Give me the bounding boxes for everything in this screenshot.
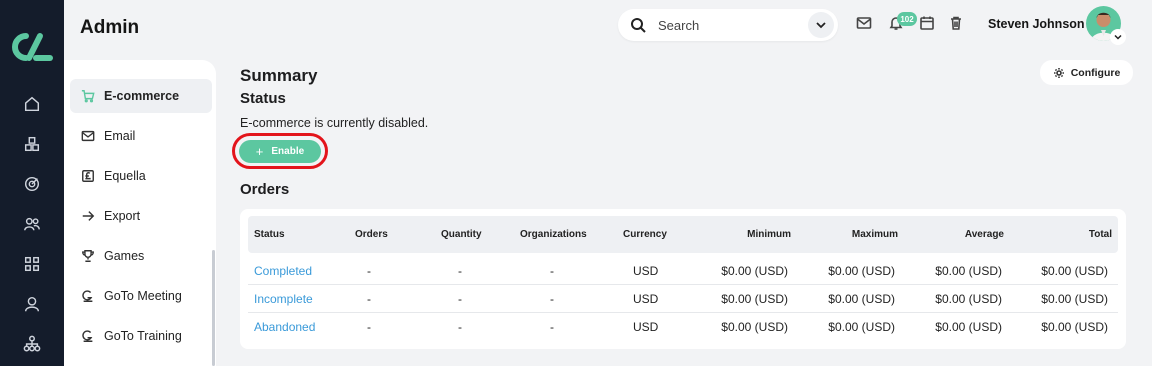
icon-rail <box>0 0 64 366</box>
subnav-item-label: E-commerce <box>104 89 180 103</box>
column-header: Total <box>1088 229 1112 240</box>
search-input[interactable]: Search <box>658 18 808 33</box>
table-cell: USD <box>633 264 659 278</box>
plus-icon: + <box>255 144 264 159</box>
search-box[interactable]: Search <box>618 9 838 41</box>
app-title: Admin <box>80 17 140 38</box>
target-icon[interactable] <box>22 174 42 194</box>
subnav-item-label: Email <box>104 129 136 143</box>
search-icon <box>631 18 646 33</box>
goto-icon <box>80 328 96 344</box>
orders-table: Status Orders Quantity Organizations Cur… <box>240 209 1126 349</box>
table-cell: USD <box>633 292 659 306</box>
settings-subnav: E-commerce Email Equella Export Games Go… <box>64 60 216 366</box>
row-divider <box>248 312 1118 313</box>
chevron-down-icon[interactable] <box>808 12 834 38</box>
subnav-item-export[interactable]: Export <box>70 199 212 233</box>
status-text: E-commerce is currently disabled. <box>240 116 429 130</box>
subnav-item-goto-training[interactable]: GoTo Training <box>70 319 212 353</box>
table-cell: - <box>458 320 462 334</box>
table-cell: - <box>458 292 462 306</box>
column-header: Average <box>964 229 1004 240</box>
table-cell: - <box>367 320 371 334</box>
notification-badge: 102 <box>897 12 917 26</box>
column-header: Maximum <box>851 229 898 240</box>
table-cell: $0.00 (USD) <box>1041 292 1108 306</box>
table-cell: - <box>458 264 462 278</box>
orders-heading: Orders <box>240 181 290 198</box>
configure-button[interactable]: Configure <box>1040 60 1133 85</box>
table-cell: USD <box>633 320 659 334</box>
table-cell: $0.00 (USD) <box>1041 320 1108 334</box>
column-header: Quantity <box>441 229 482 240</box>
table-cell: - <box>550 320 554 334</box>
enable-button[interactable]: + Enable <box>239 140 321 163</box>
gear-icon <box>1053 67 1064 78</box>
subnav-scrollbar[interactable] <box>212 250 215 366</box>
subnav-item-games[interactable]: Games <box>70 239 212 273</box>
table-cell: $0.00 (USD) <box>721 320 788 334</box>
table-cell: $0.00 (USD) <box>721 264 788 278</box>
table-cell: $0.00 (USD) <box>721 292 788 306</box>
subnav-item-label: GoTo Meeting <box>104 289 182 303</box>
table-cell: $0.00 (USD) <box>935 292 1002 306</box>
subnav-item-equella[interactable]: Equella <box>70 159 212 193</box>
table-cell: $0.00 (USD) <box>828 264 895 278</box>
chevron-down-icon[interactable] <box>1110 29 1126 45</box>
calendar-icon[interactable] <box>919 15 937 33</box>
logo <box>12 33 53 61</box>
user-name[interactable]: Steven Johnson <box>988 17 1085 31</box>
subnav-item-label: Export <box>104 209 141 223</box>
table-cell: - <box>550 292 554 306</box>
table-cell: $0.00 (USD) <box>1041 264 1108 278</box>
subnav-item-label: Games <box>104 249 145 263</box>
column-header: Status <box>254 229 285 240</box>
trophy-icon <box>80 248 96 264</box>
status-link-completed[interactable]: Completed <box>254 264 312 278</box>
column-header: Currency <box>623 229 667 240</box>
subnav-item-ecommerce[interactable]: E-commerce <box>70 79 212 113</box>
row-divider <box>248 284 1118 285</box>
table-cell: $0.00 (USD) <box>828 320 895 334</box>
table-cell: $0.00 (USD) <box>828 292 895 306</box>
trash-icon[interactable] <box>948 15 966 33</box>
table-header: Status Orders Quantity Organizations Cur… <box>248 216 1118 253</box>
table-cell: - <box>367 292 371 306</box>
subnav-item-goto-meeting[interactable]: GoTo Meeting <box>70 279 212 313</box>
user-icon[interactable] <box>22 294 42 314</box>
table-cell: - <box>367 264 371 278</box>
grid-icon[interactable] <box>22 254 42 274</box>
page-title: Summary <box>240 66 318 85</box>
table-cell: $0.00 (USD) <box>935 320 1002 334</box>
subnav-item-label: GoTo Training <box>104 329 182 343</box>
cart-icon <box>80 88 96 104</box>
home-icon[interactable] <box>22 94 42 114</box>
subnav-item-label: Equella <box>104 169 146 183</box>
column-header: Organizations <box>520 229 587 240</box>
users-icon[interactable] <box>22 214 42 234</box>
status-link-abandoned[interactable]: Abandoned <box>254 320 315 334</box>
layers-icon[interactable] <box>22 134 42 154</box>
arrow-right-icon <box>80 208 96 224</box>
subnav-item-email[interactable]: Email <box>70 119 212 153</box>
goto-icon <box>80 288 96 304</box>
status-heading: Status <box>240 90 286 107</box>
configure-label: Configure <box>1070 66 1121 79</box>
column-header: Minimum <box>747 229 791 240</box>
mail-icon <box>80 128 96 144</box>
status-link-incomplete[interactable]: Incomplete <box>254 292 313 306</box>
table-cell: $0.00 (USD) <box>935 264 1002 278</box>
column-header: Orders <box>355 229 388 240</box>
mail-icon[interactable] <box>856 15 874 33</box>
org-chart-icon[interactable] <box>22 334 42 354</box>
enable-label: Enable <box>271 146 305 157</box>
table-cell: - <box>550 264 554 278</box>
pound-icon <box>80 168 96 184</box>
